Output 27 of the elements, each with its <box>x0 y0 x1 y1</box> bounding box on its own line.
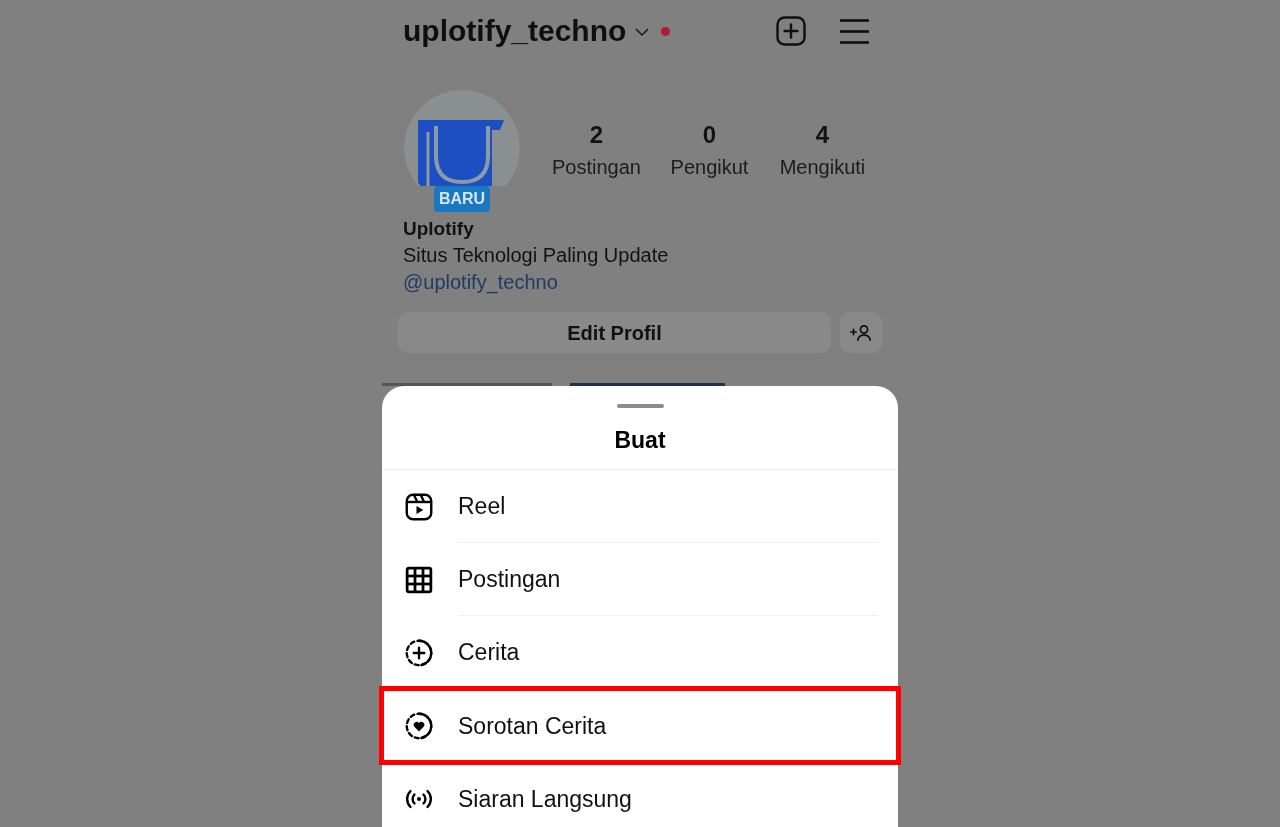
grid-icon <box>404 564 434 595</box>
menu-item[interactable]: Reel <box>382 470 898 543</box>
add-person-button[interactable] <box>840 312 882 353</box>
sheet-title: Buat <box>614 425 666 455</box>
reel-icon <box>404 491 434 522</box>
edit-profile-button[interactable]: Edit Profil <box>398 312 831 353</box>
chevron-down-icon <box>635 28 650 36</box>
account-switcher[interactable]: uplotify_techno <box>403 13 650 49</box>
stat-count: 0 <box>702 120 717 150</box>
new-badge: BARU <box>434 186 490 212</box>
profile-name: Uplotify <box>403 217 474 241</box>
stat-count: 2 <box>589 120 604 150</box>
add-person-icon <box>850 324 872 341</box>
menu-item[interactable]: Siaran Langsung <box>382 762 898 827</box>
menu-item[interactable]: Postingan <box>382 543 898 616</box>
dashed-circle-plus-icon <box>404 637 434 668</box>
drag-handle[interactable] <box>616 404 664 408</box>
menu-item[interactable]: Sorotan Cerita <box>379 686 901 765</box>
profile-bio: Situs Teknologi Paling Update <box>403 243 669 268</box>
stat-count: 4 <box>815 120 830 150</box>
menu-icon[interactable] <box>840 18 869 44</box>
stat-label: Postingan <box>552 155 641 180</box>
stat-label: Mengikuti <box>779 155 866 180</box>
plus-square-icon[interactable] <box>776 16 806 46</box>
menu-item[interactable]: Cerita <box>382 616 898 689</box>
stat-label: Pengikut <box>670 155 749 180</box>
profile-avatar[interactable] <box>404 90 520 186</box>
